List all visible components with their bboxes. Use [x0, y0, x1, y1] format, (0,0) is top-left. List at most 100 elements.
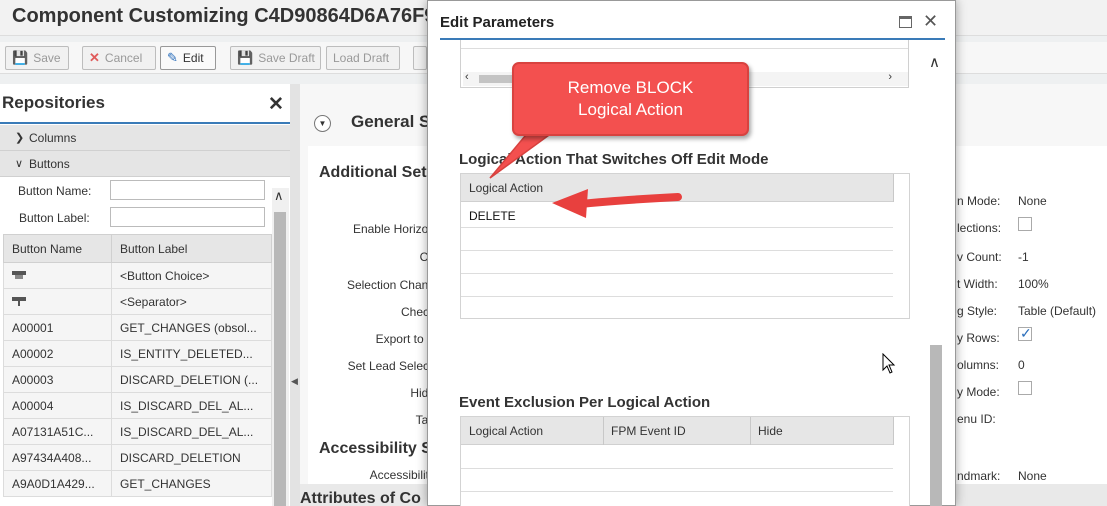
maximize-icon[interactable] — [899, 16, 912, 28]
button-name-cell: A00003 — [3, 366, 112, 393]
table-row — [461, 48, 908, 49]
button-label-cell: GET_CHANGES — [111, 470, 272, 497]
callout-line-1: Remove BLOCK — [567, 78, 694, 97]
repositories-panel: Repositories ✕ ❯ Columns ∨ Buttons Butto… — [0, 84, 290, 506]
column-header-logical-action[interactable]: Logical Action — [469, 181, 543, 195]
column-divider — [893, 417, 894, 445]
button-name-cell: A00001 — [3, 314, 112, 341]
row-divider — [461, 273, 893, 274]
accessibility-settings-title: Accessibility S — [319, 440, 432, 457]
setting-label: Enable Horizon — [352, 222, 435, 236]
setting-label: enu ID: — [957, 412, 996, 426]
more-button[interactable] — [413, 46, 427, 70]
edit-button[interactable]: ✎ Edit — [160, 46, 216, 70]
save-label: Save — [33, 51, 61, 65]
setting-label: lections: — [957, 221, 1002, 235]
column-header-button-name[interactable]: Button Name — [3, 234, 112, 263]
button-choice-cell — [3, 262, 112, 289]
table-row[interactable]: A9A0D1A429... GET_CHANGES — [3, 470, 272, 497]
selections-checkbox[interactable] — [1018, 217, 1032, 231]
buttons-section[interactable]: ∨ Buttons — [0, 151, 290, 177]
table-header: Logical Action FPM Event ID Hide — [461, 417, 893, 445]
row-divider — [461, 491, 893, 492]
setting-label: olumns: — [957, 358, 1000, 372]
button-name-label: Button Name: — [18, 184, 92, 198]
close-icon[interactable]: ✕ — [923, 11, 938, 32]
title-divider — [0, 122, 290, 124]
close-icon[interactable]: ✕ — [268, 93, 284, 116]
setting-label: n Mode: — [957, 194, 1001, 208]
annotation-callout: Remove BLOCK Logical Action — [512, 62, 749, 136]
button-label-input[interactable] — [110, 207, 265, 227]
save-draft-icon: 💾 — [237, 50, 254, 65]
load-draft-label: Load Draft — [333, 51, 390, 65]
button-name-cell: A97434A408... — [3, 444, 112, 471]
column-divider — [603, 417, 604, 445]
cancel-button[interactable]: ✕ Cancel — [82, 46, 156, 70]
save-button[interactable]: 💾 Save — [5, 46, 69, 70]
table-header: Logical Action — [461, 174, 893, 202]
column-header-fpm-event-id[interactable]: FPM Event ID — [611, 424, 686, 438]
buttons-section-label: Buttons — [29, 157, 70, 171]
setting-label: ndmark: — [957, 469, 1001, 483]
button-name-cell: A00004 — [3, 392, 112, 419]
button-label-cell: GET_CHANGES (obsol... — [111, 314, 272, 341]
chevron-up-icon[interactable]: ∧ — [274, 188, 284, 204]
setting-label: y Rows: — [957, 331, 1000, 345]
rows-checkbox[interactable] — [1018, 325, 1032, 342]
setting-label: Accessibility — [369, 468, 435, 482]
table-row[interactable]: <Button Choice> — [3, 262, 272, 289]
chevron-right-icon: ❯ — [15, 132, 25, 144]
column-header-hide[interactable]: Hide — [758, 424, 783, 438]
cancel-icon: ✕ — [89, 50, 100, 65]
load-draft-button[interactable]: Load Draft — [326, 46, 400, 70]
setting-value: None — [1018, 469, 1047, 483]
collapse-toggle-icon[interactable]: ▼ — [314, 115, 331, 132]
setting-value: Table (Default) — [1018, 304, 1097, 318]
panel-collapse-handle[interactable]: ◀ — [290, 84, 300, 506]
save-draft-button[interactable]: 💾 Save Draft — [230, 46, 321, 70]
row-divider — [461, 250, 893, 251]
setting-value: -1 — [1018, 250, 1029, 264]
scrollbar-thumb[interactable] — [274, 212, 286, 506]
table-row[interactable]: A00002 IS_ENTITY_DELETED... — [3, 340, 272, 367]
button-name-cell: A9A0D1A429... — [3, 470, 112, 497]
mode-checkbox[interactable] — [1018, 381, 1032, 395]
setting-label: Selection Chang — [346, 278, 435, 292]
table-row[interactable]: A97434A408... DISCARD_DELETION — [3, 444, 272, 471]
table-row[interactable]: A00001 GET_CHANGES (obsol... — [3, 314, 272, 341]
scroll-right-icon[interactable]: › — [888, 71, 892, 83]
setting-value: 100% — [1018, 277, 1049, 291]
edit-label: Edit — [182, 51, 204, 65]
row-divider — [461, 296, 893, 297]
table-row[interactable]: A00004 IS_DISCARD_DEL_AL... — [3, 392, 272, 419]
columns-section[interactable]: ❯ Columns — [0, 125, 290, 151]
setting-label: Set Lead Selecti — [347, 359, 435, 373]
table-row[interactable]: A07131A51C... IS_DISCARD_DEL_AL... — [3, 418, 272, 445]
column-divider — [893, 174, 894, 202]
row-divider — [461, 227, 893, 228]
mouse-cursor-icon — [882, 353, 896, 374]
callout-line-2: Logical Action — [578, 100, 683, 119]
button-label-cell: IS_DISCARD_DEL_AL... — [111, 418, 272, 445]
dialog-scrollbar-thumb[interactable] — [930, 345, 942, 506]
column-header-logical-action[interactable]: Logical Action — [469, 424, 543, 438]
chevron-up-icon[interactable]: ∧ — [929, 53, 940, 71]
page-title: Component Customizing C4D90864D6A76F9 — [12, 5, 436, 27]
repositories-scrollbar[interactable]: ∧ — [272, 188, 289, 506]
logical-action-cell[interactable]: DELETE — [469, 209, 516, 223]
additional-settings-title: Additional Set — [319, 164, 427, 181]
repositories-title: Repositories — [2, 93, 105, 112]
columns-section-label: Columns — [29, 131, 77, 145]
row-divider — [461, 468, 893, 469]
button-label-cell: <Separator> — [111, 288, 272, 315]
column-header-button-label[interactable]: Button Label — [111, 234, 272, 263]
scroll-left-icon[interactable]: ‹ — [465, 71, 469, 83]
column-divider — [750, 417, 751, 445]
setting-value: None — [1018, 194, 1047, 208]
table-row[interactable]: A00003 DISCARD_DELETION (... — [3, 366, 272, 393]
general-settings-title: General S — [351, 112, 431, 131]
button-name-input[interactable] — [110, 180, 265, 200]
event-exclusion-table: Logical Action FPM Event ID Hide — [460, 416, 910, 506]
table-row[interactable]: <Separator> — [3, 288, 272, 315]
